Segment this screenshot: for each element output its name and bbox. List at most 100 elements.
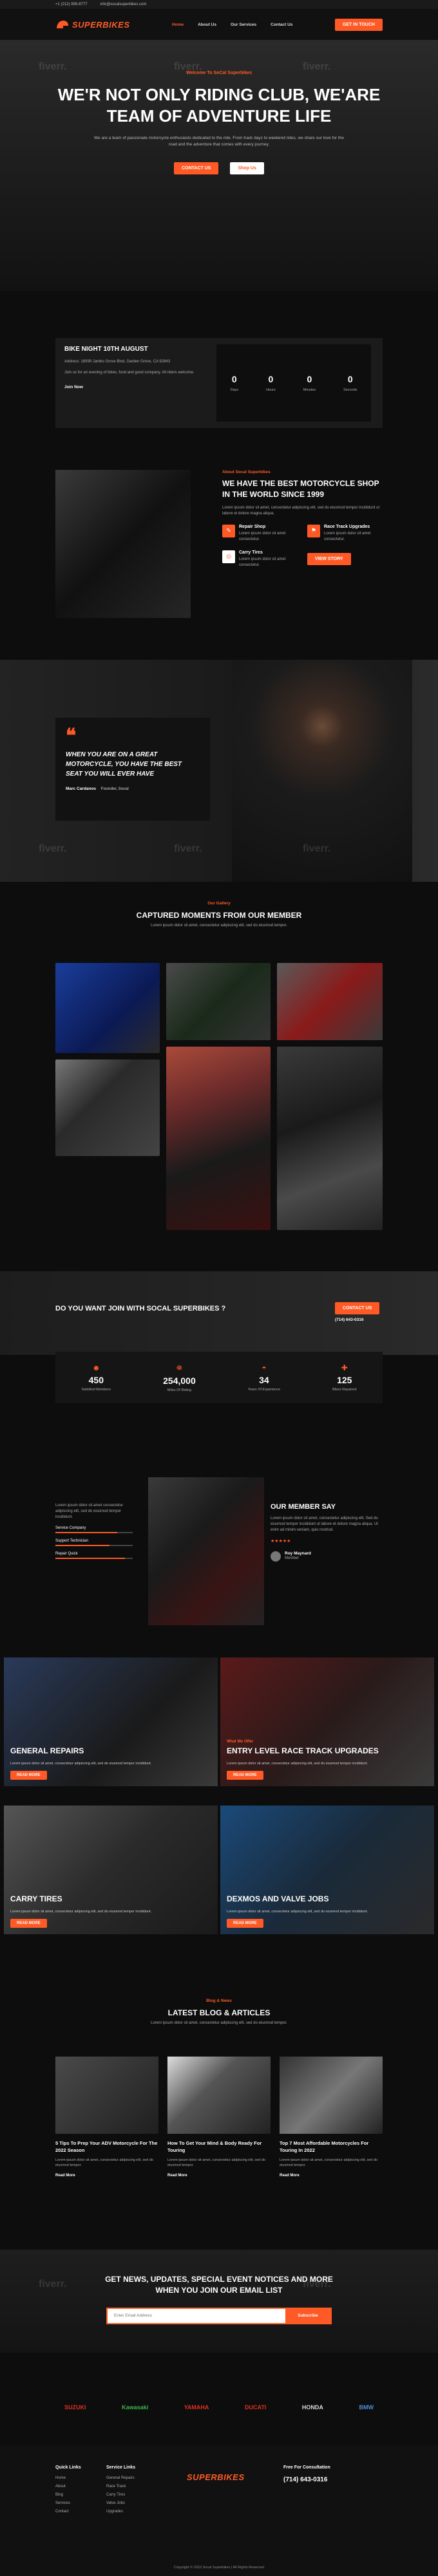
event-title: Bike Night 10th August [64,346,148,353]
nav-contact[interactable]: Contact Us [271,23,292,27]
blog-post-excerpt: Lorem ipsum dolor sit amet, consectetur … [55,2158,153,2168]
brand-logos: SUZUKI Kawasaki YAMAHA DUCATI HONDA BMW [0,2382,438,2433]
event-join-link[interactable]: Join Now [64,385,206,389]
gallery-subtitle: Lorem ipsum dolor sit amet, consectetur … [151,924,287,928]
subscribe-button[interactable]: Subscribe [285,2308,330,2323]
tire-icon: ◎ [222,550,235,563]
footer-link[interactable]: Valve Jobs [106,2501,135,2505]
footer-link[interactable]: Contact [55,2510,81,2514]
footer-link[interactable]: About [55,2485,81,2488]
wrench-icon: ✎ [222,524,235,537]
read-more-button[interactable]: Read More [10,1771,47,1780]
rating-stars: ★★★★★ [271,1539,291,1544]
gallery-image[interactable] [277,1047,383,1230]
helmet-icon: ◓ [262,1363,267,1372]
get-in-touch-button[interactable]: Get In Touch [334,18,383,31]
footer-link[interactable]: Services [55,2501,81,2505]
testimonial-intro: Lorem ipsum dolor sit amet consectetur a… [55,1504,124,1519]
blog-post-title[interactable]: Top 7 Most Affordable Motorcycles For To… [280,2140,383,2154]
blog-image[interactable] [55,2057,158,2134]
hero-title: We'r Not Only Riding Club, We'are Team O… [57,85,381,126]
reviewer-role: Member [285,1556,300,1560]
blog-post[interactable]: How To Get Your Mind & Body Ready For To… [167,2057,271,2178]
shop-image [55,470,191,618]
read-more-link[interactable]: Read More [167,2174,271,2178]
service-caption: Lorem ipsum dolor sit amet, consectetur … [227,1762,368,1766]
skill-bar: Repair Quick [55,1552,133,1559]
read-more-button[interactable]: Read More [10,1919,47,1928]
footer-heading: Quick Links [55,2465,81,2470]
logo[interactable]: SUPERBIKES [55,19,130,30]
service-repair-shop: ✎ Repair Shop Lorem ipsum dolor sit amet … [222,524,298,543]
flag-icon: ⚑ [307,524,320,537]
footer-phone[interactable]: (714) 643-0316 [283,2476,330,2483]
footer-link[interactable]: Home [55,2476,81,2480]
suzuki-logo: SUZUKI [64,2404,86,2411]
nav-services[interactable]: Our Services [231,23,256,27]
quote-box: ❝ When You Are On A Great Motorcycle, Yo… [55,718,210,821]
countdown-days: 0 Days [230,374,239,392]
footer-logo[interactable]: SUPERBIKES [187,2472,245,2483]
gallery-image[interactable] [277,963,383,1040]
footer-link[interactable]: Upgrades [106,2510,135,2514]
read-more-button[interactable]: Read More [227,1919,263,1928]
service-caption: Lorem ipsum dolor sit amet, consectetur … [10,1910,152,1914]
service-caption: Lorem ipsum dolor sit amet, consectetur … [10,1762,152,1766]
stats-section: ☻ 450 Satisfied Members ⛯ 254,000 Miles Of R… [0,1326,438,1416]
blog-kicker: Blog & News [206,1999,232,2003]
blog-section: Blog & News Latest Blog & Articles Lorem… [0,1999,438,2237]
newsletter-form: Subscribe [106,2307,332,2324]
skill-bars: Lorem ipsum dolor sit amet consectetur a… [55,1503,133,1559]
testimonial-image [148,1477,264,1625]
service-card-carry-tires[interactable]: Carry Tires Lorem ipsum dolor sit amet, … [4,1806,218,1934]
blog-image[interactable] [280,2057,383,2134]
nav-home[interactable]: Home [172,23,184,27]
blog-title: Latest Blog & Articles [167,2008,271,2017]
stat-members: ☻ 450 Satisfied Members [81,1363,111,1392]
hero-shop-button[interactable]: Shop Us [230,162,264,174]
blog-post-title[interactable]: 5 Tips To Prep Your ADV Motorcycle For T… [55,2140,158,2154]
gallery-kicker: Our Gallery [207,901,231,906]
logo-text: SUPERBIKES [72,19,130,30]
footer-link[interactable]: Carry Tires [106,2493,135,2497]
blog-post[interactable]: Top 7 Most Affordable Motorcycles For To… [280,2057,383,2178]
hero-text: We are a team of passionate motorcycle e… [94,136,344,147]
countdown-hours: 0 Hours [266,374,276,392]
read-more-link[interactable]: Read More [280,2174,383,2178]
services-section: General Repairs Lorem ipsum dolor sit am… [0,1657,438,1954]
blog-post[interactable]: 5 Tips To Prep Your ADV Motorcycle For T… [55,2057,158,2178]
blog-image[interactable] [167,2057,271,2134]
read-more-button[interactable]: Read More [227,1771,263,1780]
footer-logo-text: SUPERBIKES [187,2472,245,2482]
footer-link[interactable]: Race Track [106,2485,135,2488]
kawasaki-logo: Kawasaki [122,2404,149,2411]
event-card: Bike Night 10th August Address: 18099 Ja… [55,338,383,428]
gallery-image[interactable] [166,963,271,1040]
gallery-image[interactable] [166,1047,271,1230]
service-card-valve-jobs[interactable]: Dexmos And Valve Jobs Lorem ipsum dolor … [220,1806,434,1934]
view-story-button[interactable]: View Story [307,553,351,566]
service-card-race-track[interactable]: What We Offer Entry Level Race Track Upg… [220,1657,434,1786]
service-title: Dexmos And Valve Jobs [227,1894,329,1903]
service-card-general-repairs[interactable]: General Repairs Lorem ipsum dolor sit am… [4,1657,218,1786]
gallery-title: Captured Moments From Our Member [136,911,302,920]
ducati-logo: DUCATI [244,2404,267,2411]
nav-about[interactable]: About Us [198,23,216,27]
honda-logo: HONDA [301,2404,323,2411]
read-more-link[interactable]: Read More [55,2174,158,2178]
bmw-logo: BMW [359,2404,374,2411]
event-address: Address: 18099 Jambo Grove Blvd, Garden … [64,360,171,364]
footer-link[interactable]: General Repairs [106,2476,135,2480]
gallery-image[interactable] [55,963,160,1053]
blog-post-title[interactable]: How To Get Your Mind & Body Ready For To… [167,2140,271,2154]
email-input[interactable] [108,2308,285,2323]
shop-kicker: About Socal Superbikes [222,470,271,474]
hero-contact-button[interactable]: Contact Us [174,162,219,174]
shop-text: Lorem ipsum dolor sit amet, consectetur … [222,505,380,516]
join-phone[interactable]: (714) 643-0316 [335,1318,363,1322]
gallery-image[interactable] [55,1059,160,1156]
join-contact-button[interactable]: Contact Us [335,1302,380,1314]
footer-link[interactable]: Blog [55,2493,81,2497]
gallery-section: Our Gallery Captured Moments From Our Me… [0,901,438,1236]
footer-heading: Service Links [106,2465,136,2470]
